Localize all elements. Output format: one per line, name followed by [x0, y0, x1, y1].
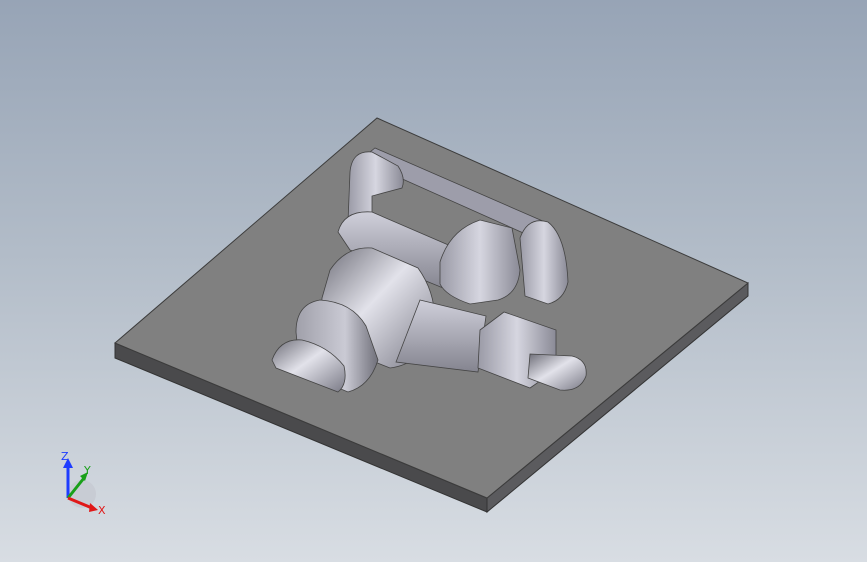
z-axis-label: Z	[61, 450, 69, 463]
x-axis-arrow	[89, 503, 98, 512]
x-axis-label: X	[98, 504, 106, 517]
y-axis-label: Y	[83, 464, 91, 477]
axis-triad: Z Y X	[61, 450, 106, 517]
graphics-viewport[interactable]: Z Y X	[0, 0, 867, 562]
model-scene[interactable]	[0, 0, 867, 562]
